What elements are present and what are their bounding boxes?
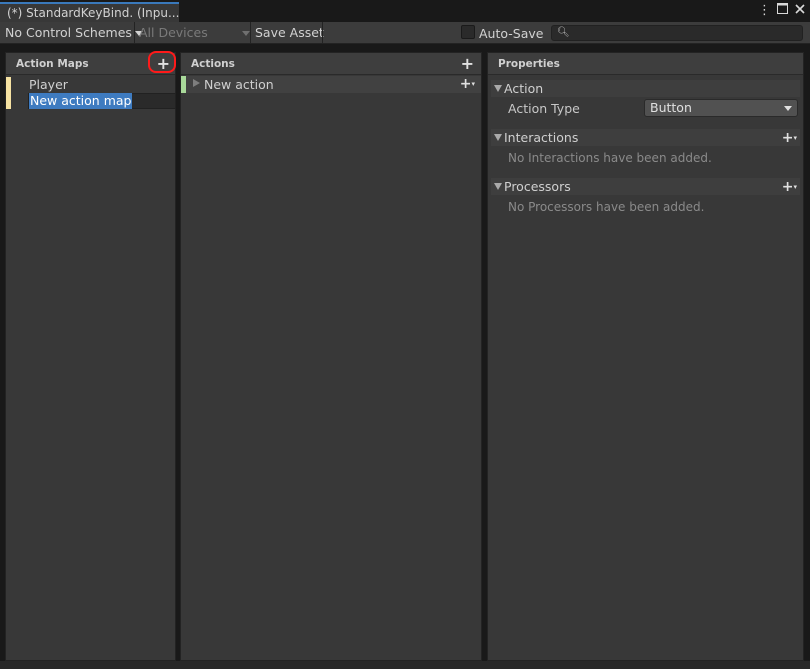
add-action-button[interactable]: +	[461, 56, 474, 72]
control-schemes-dropdown[interactable]: No Control Schemes	[5, 22, 143, 43]
save-asset-button[interactable]: Save Asset	[255, 22, 324, 43]
properties-panel: Properties Action Action Type Button Int…	[487, 52, 804, 661]
save-asset-label: Save Asset	[255, 25, 324, 40]
tab-title: (*) StandardKeyBind. (Inpu...	[7, 6, 179, 20]
action-map-color-stripe	[6, 93, 11, 109]
control-schemes-label: No Control Schemes	[5, 25, 132, 40]
action-map-item-new[interactable]: New action map	[6, 93, 176, 109]
processors-section-header[interactable]: Processors +▾	[491, 178, 800, 195]
plus-dropdown-icon[interactable]: +▾	[460, 77, 475, 91]
search-icon: 🔍︎	[557, 27, 570, 38]
action-label: New action	[204, 77, 274, 92]
toolbar-divider	[322, 22, 323, 43]
action-type-value: Button	[650, 100, 692, 115]
kebab-menu-icon[interactable]: ⋮	[758, 3, 771, 19]
devices-dropdown[interactable]: All Devices	[139, 22, 250, 43]
processors-section-title: Processors	[504, 179, 571, 194]
properties-title: Properties	[498, 58, 560, 70]
devices-label: All Devices	[139, 25, 208, 40]
collapse-arrow-icon	[494, 183, 502, 190]
chevron-down-icon	[784, 106, 792, 111]
collapse-arrow-icon	[494, 85, 502, 92]
highlight-annotation-ring	[148, 51, 176, 73]
search-input[interactable]: 🔍︎	[551, 25, 803, 41]
action-map-rename-field[interactable]: New action map	[28, 93, 176, 109]
action-section-header[interactable]: Action	[491, 80, 800, 97]
window-titlebar: (*) StandardKeyBind. (Inpu... ⋮	[0, 0, 810, 22]
interactions-section-title: Interactions	[504, 130, 579, 145]
collapse-arrow-icon	[494, 134, 502, 141]
editor-toolbar: No Control Schemes All Devices Save Asse…	[0, 22, 810, 44]
processors-empty-text: No Processors have been added.	[508, 200, 705, 214]
action-map-color-stripe	[6, 77, 11, 93]
action-maps-title: Action Maps	[16, 58, 89, 70]
action-color-stripe	[181, 76, 186, 93]
maximize-icon[interactable]	[776, 3, 788, 19]
toolbar-divider	[134, 22, 135, 43]
chevron-down-icon	[241, 31, 250, 36]
action-type-dropdown[interactable]: Button	[644, 99, 798, 117]
interactions-section-header[interactable]: Interactions +▾	[491, 129, 800, 146]
auto-save-label: Auto-Save	[479, 26, 544, 41]
actions-header: Actions +	[181, 53, 481, 75]
action-type-label: Action Type	[508, 101, 580, 116]
expand-arrow-icon[interactable]	[193, 79, 200, 87]
bottom-edge	[0, 661, 810, 669]
action-map-label: Player	[29, 77, 68, 92]
action-map-rename-text: New action map	[29, 93, 133, 109]
action-item-new-action[interactable]: New action +▾	[181, 76, 481, 93]
action-map-item-player[interactable]: Player	[6, 77, 175, 93]
interactions-empty-text: No Interactions have been added.	[508, 151, 712, 165]
add-interaction-button[interactable]: +▾	[782, 131, 797, 145]
toolbar-divider	[250, 22, 251, 43]
close-icon[interactable]	[794, 3, 806, 19]
auto-save-checkbox[interactable]	[461, 25, 475, 39]
window-buttons: ⋮	[758, 2, 806, 20]
actions-title: Actions	[191, 58, 235, 70]
actions-panel: Actions + New action +▾	[180, 52, 482, 661]
action-maps-panel: Action Maps + Player New action map	[5, 52, 176, 661]
window-tab[interactable]: (*) StandardKeyBind. (Inpu...	[0, 2, 179, 22]
add-processor-button[interactable]: +▾	[782, 180, 797, 194]
action-section-title: Action	[504, 81, 544, 96]
properties-header: Properties	[488, 53, 803, 75]
